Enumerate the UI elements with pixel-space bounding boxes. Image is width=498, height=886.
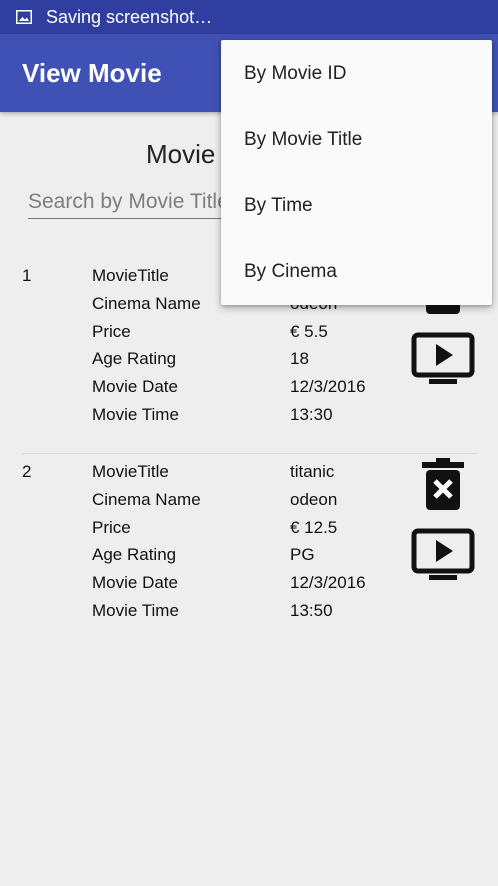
play-icon[interactable]: [411, 528, 475, 584]
value-movie-time: 13:30: [290, 405, 333, 424]
image-icon: [16, 10, 32, 24]
label-movie-date: Movie Date: [92, 573, 178, 592]
label-movie-time: Movie Time: [92, 601, 179, 620]
label-movie-title: MovieTitle: [92, 462, 169, 481]
movie-number: 1: [22, 266, 32, 285]
value-movie-title: titanic: [290, 462, 335, 481]
label-price: Price: [92, 518, 131, 537]
label-cinema-name: Cinema Name: [92, 490, 201, 509]
divider: [22, 453, 477, 454]
app-title: View Movie: [22, 58, 162, 88]
menu-item-by-cinema[interactable]: By Cinema: [221, 239, 492, 305]
label-cinema-name: Cinema Name: [92, 294, 201, 313]
label-price: Price: [92, 322, 131, 341]
label-movie-time: Movie Time: [92, 405, 179, 424]
label-movie-date: Movie Date: [92, 377, 178, 396]
menu-item-by-movie-title[interactable]: By Movie Title: [221, 107, 492, 173]
value-price: € 12.5: [290, 518, 338, 537]
label-age-rating: Age Rating: [92, 349, 177, 368]
search-input[interactable]: [28, 186, 224, 219]
value-age-rating: PG: [290, 545, 315, 564]
movie-number: 2: [22, 462, 32, 481]
sort-menu: By Movie ID By Movie Title By Time By Ci…: [221, 40, 492, 305]
menu-item-by-time[interactable]: By Time: [221, 173, 492, 239]
value-cinema-name: odeon: [290, 490, 338, 509]
value-movie-time: 13:50: [290, 601, 333, 620]
delete-icon[interactable]: [418, 456, 468, 512]
label-movie-title: MovieTitle: [92, 266, 169, 285]
value-movie-date: 12/3/2016: [290, 377, 366, 396]
status-text: Saving screenshot…: [46, 6, 213, 27]
value-price: € 5.5: [290, 322, 328, 341]
status-bar: Saving screenshot…: [0, 0, 498, 34]
label-age-rating: Age Rating: [92, 545, 177, 564]
page-heading: Movie: [146, 139, 216, 169]
value-age-rating: 18: [290, 349, 309, 368]
play-icon[interactable]: [411, 332, 475, 388]
value-movie-date: 12/3/2016: [290, 573, 366, 592]
menu-item-by-movie-id[interactable]: By Movie ID: [221, 41, 492, 107]
